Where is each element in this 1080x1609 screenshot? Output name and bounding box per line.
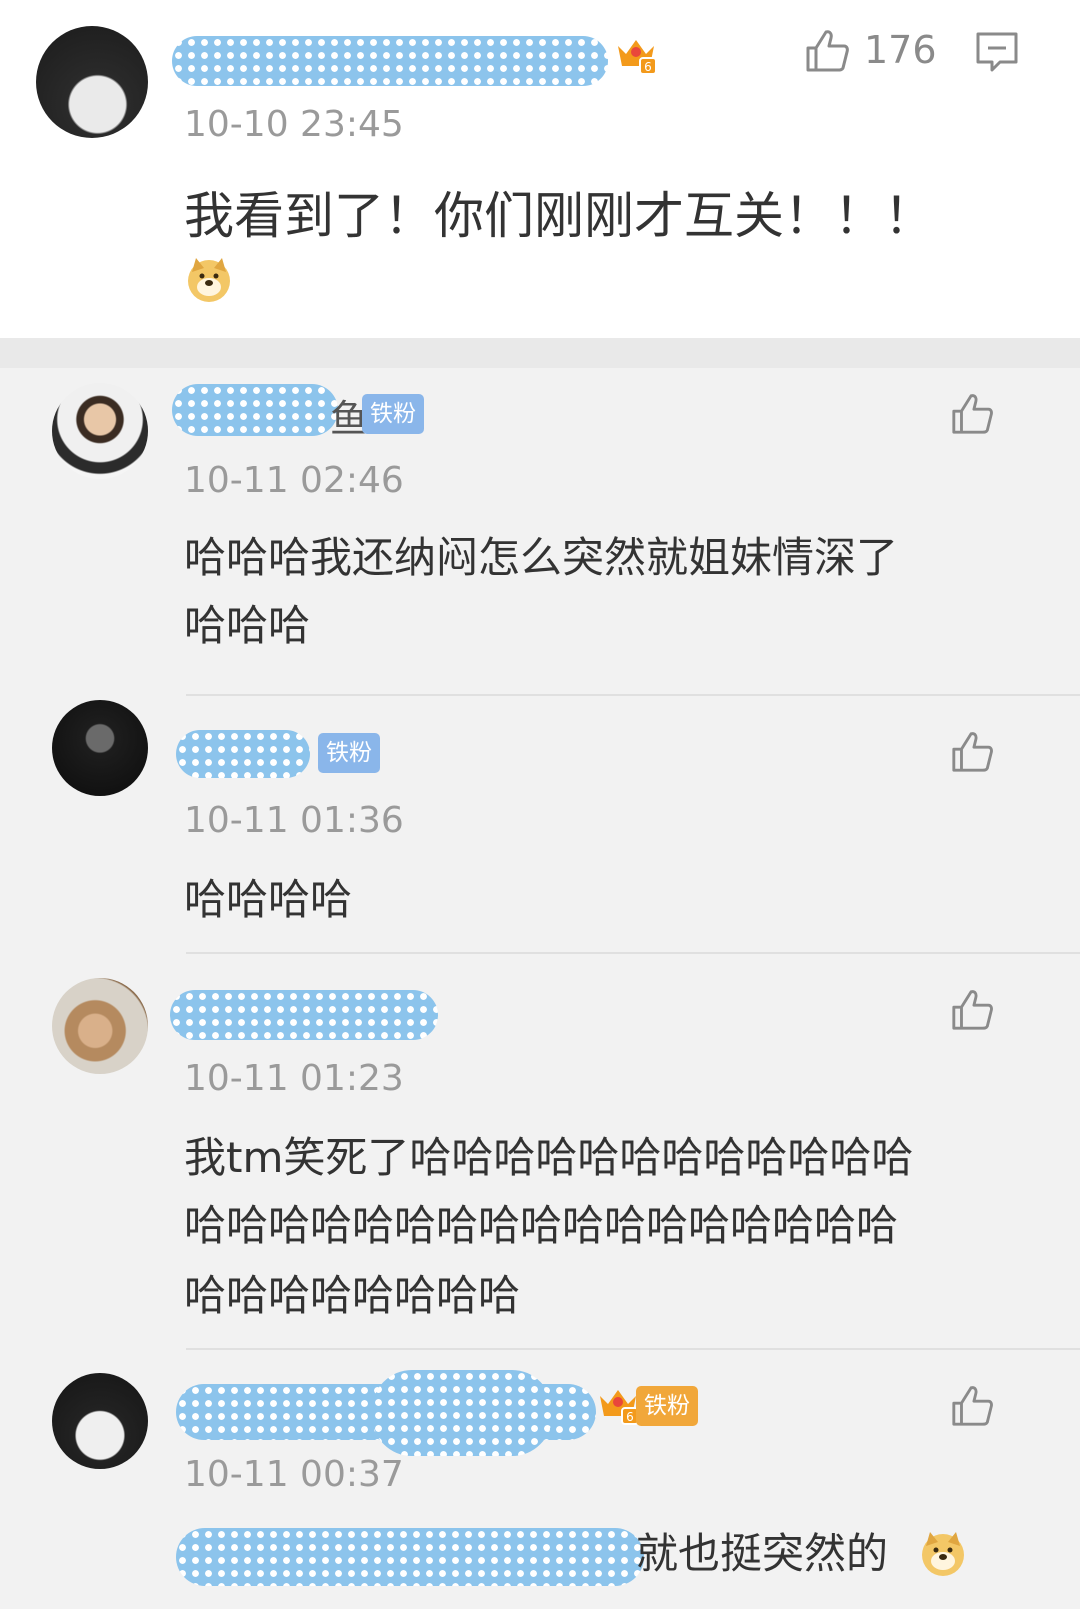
crown-level-6-icon: 6	[618, 40, 657, 75]
username-redacted	[372, 1370, 552, 1456]
reply-separator	[186, 952, 1080, 954]
reply-separator	[186, 1348, 1080, 1350]
reply-text-line: 我tm笑死了哈哈哈哈哈哈哈哈哈哈哈哈	[184, 1133, 914, 1182]
thumbs-up-icon[interactable]	[950, 1384, 994, 1428]
avatar[interactable]	[52, 978, 148, 1074]
username-redacted[interactable]	[172, 36, 608, 86]
reply-timestamp: 10-11 00:37	[184, 1454, 404, 1495]
username-redacted[interactable]	[170, 990, 438, 1040]
reply-text-tail: 就也挺突然的	[636, 1529, 889, 1578]
avatar[interactable]	[52, 700, 148, 796]
reply-separator	[186, 694, 1080, 696]
comment-icon[interactable]	[974, 30, 1020, 74]
reply-timestamp: 10-11 01:36	[184, 800, 404, 841]
reply-text-line: 哈哈哈	[184, 601, 311, 650]
reply-timestamp: 10-11 01:23	[184, 1058, 404, 1099]
like-count: 176	[864, 28, 937, 72]
avatar[interactable]	[52, 1373, 148, 1469]
avatar[interactable]	[36, 26, 148, 138]
reply-text-line: 哈哈哈哈哈哈哈哈哈哈哈哈哈哈哈哈哈	[184, 1201, 899, 1250]
comment-timestamp: 10-10 23:45	[184, 104, 404, 145]
doge-emoji-icon	[188, 258, 230, 302]
iron-fan-badge: 铁粉	[318, 733, 380, 773]
username-redacted[interactable]	[172, 384, 338, 436]
avatar[interactable]	[52, 383, 148, 479]
reply-text-line: 哈哈哈哈	[184, 875, 353, 924]
thumbs-up-icon[interactable]	[804, 28, 850, 74]
iron-fan-badge: 铁粉	[636, 1386, 698, 1426]
reply-text-redacted	[176, 1528, 644, 1586]
thumbs-up-icon[interactable]	[950, 392, 994, 436]
reply-text-line: 哈哈哈我还纳闷怎么突然就姐妹情深了	[184, 533, 899, 582]
comment-text: 我看到了！你们刚刚才互关！！！	[184, 187, 934, 245]
svg-text:6: 6	[644, 60, 652, 74]
username-redacted[interactable]	[176, 730, 310, 778]
doge-emoji-icon	[922, 1532, 964, 1576]
reply-text-line: 哈哈哈哈哈哈哈哈	[184, 1271, 521, 1320]
crown-level-6-icon: 6	[600, 1390, 639, 1425]
iron-fan-badge: 铁粉	[362, 394, 424, 434]
section-divider	[0, 338, 1080, 368]
reply-timestamp: 10-11 02:46	[184, 460, 404, 501]
main-comment: 6 176 10-10 23:45 我看到了！你们刚刚才互关！！！	[0, 0, 1080, 338]
thumbs-up-icon[interactable]	[950, 988, 994, 1032]
thumbs-up-icon[interactable]	[950, 730, 994, 774]
svg-text:6: 6	[626, 1410, 634, 1424]
